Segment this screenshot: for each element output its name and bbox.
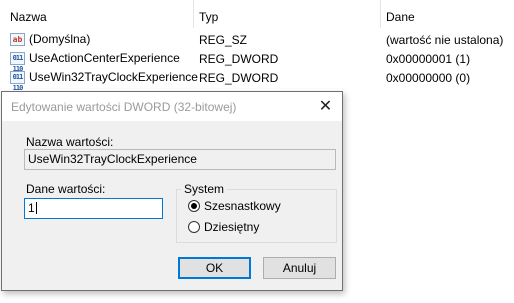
base-group-label: System (181, 182, 228, 196)
value-name-field: UseWin32TrayClockExperience (24, 149, 336, 170)
value-name: (Domyślna) (29, 32, 91, 46)
list-item[interactable]: 011 110 UseActionCenterExperience REG_DW… (0, 49, 514, 73)
value-data-label: Dane wartości: (26, 182, 106, 196)
ok-button[interactable]: OK (178, 257, 251, 279)
base-groupbox (176, 189, 337, 243)
value-type: REG_SZ (199, 33, 248, 47)
binary-value-icon: 011 110 (10, 51, 25, 73)
value-name: UseWin32TrayClockExperience (29, 70, 198, 84)
radio-unselected-icon (188, 221, 200, 233)
value-data: 0x00000001 (1) (386, 52, 471, 66)
value-name-text: UseWin32TrayClockExperience (28, 152, 197, 166)
value-name-label: Nazwa wartości: (26, 135, 114, 149)
value-data-input[interactable]: 1 (24, 198, 163, 219)
column-header-type[interactable]: Typ (199, 10, 218, 24)
string-value-icon: ab (10, 32, 25, 46)
edit-dword-dialog: Edytowanie wartości DWORD (32-bitowej) ✕… (1, 91, 343, 291)
column-divider[interactable] (193, 0, 194, 28)
radio-hex[interactable]: Szesnastkowy (188, 199, 281, 213)
value-type: REG_DWORD (199, 52, 279, 66)
value-name: UseActionCenterExperience (29, 51, 180, 65)
column-header-name[interactable]: Nazwa (10, 10, 47, 24)
radio-dec-label: Dziesiętny (204, 220, 260, 234)
list-header: Nazwa Typ Dane (0, 0, 514, 28)
radio-hex-label: Szesnastkowy (204, 199, 281, 213)
column-divider[interactable] (380, 0, 381, 28)
radio-selected-icon (188, 200, 200, 212)
list-item[interactable]: 011 110 UseWin32TrayClockExperience REG_… (0, 68, 514, 92)
column-header-data[interactable]: Dane (386, 10, 415, 24)
dialog-title: Edytowanie wartości DWORD (32-bitowej) (11, 100, 237, 114)
value-type: REG_DWORD (199, 71, 279, 85)
radio-dec[interactable]: Dziesiętny (188, 220, 259, 234)
value-data: (wartość nie ustalona) (386, 33, 504, 47)
text-caret (35, 202, 37, 214)
close-icon[interactable]: ✕ (309, 92, 342, 121)
cancel-button[interactable]: Anuluj (263, 257, 336, 279)
binary-value-icon: 011 110 (10, 70, 25, 92)
value-data: 0x00000000 (0) (386, 71, 471, 85)
value-data-text: 1 (28, 201, 35, 215)
list-item[interactable]: ab (Domyślna) REG_SZ (wartość nie ustalo… (0, 30, 514, 49)
dialog-titlebar[interactable]: Edytowanie wartości DWORD (32-bitowej) ✕ (2, 92, 342, 121)
